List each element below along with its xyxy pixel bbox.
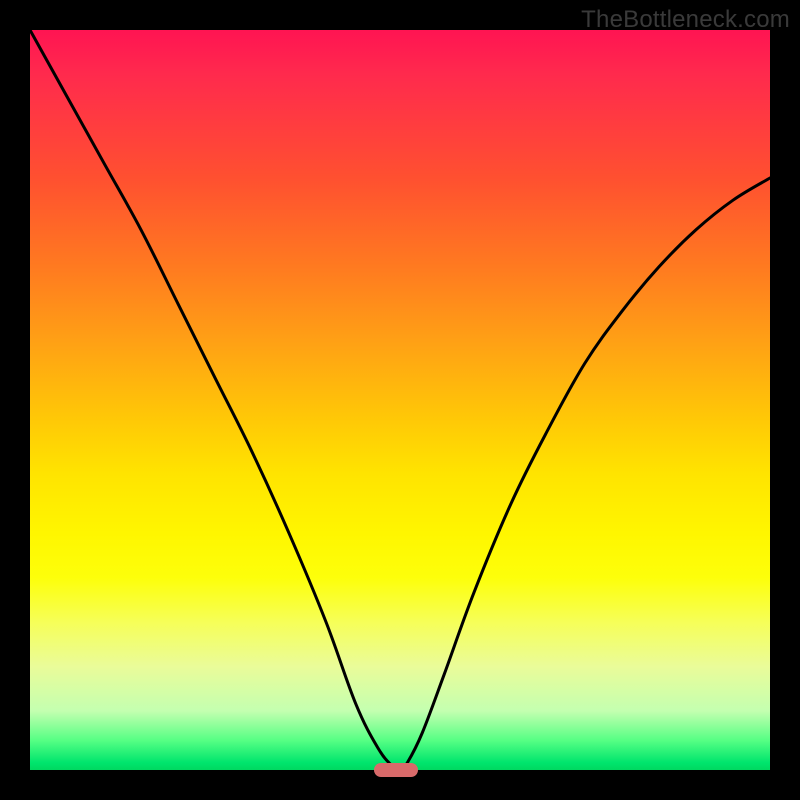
optimal-marker bbox=[374, 763, 418, 777]
bottleneck-curve bbox=[30, 30, 770, 770]
curve-svg bbox=[30, 30, 770, 770]
plot-area bbox=[30, 30, 770, 770]
chart-frame: TheBottleneck.com bbox=[0, 0, 800, 800]
